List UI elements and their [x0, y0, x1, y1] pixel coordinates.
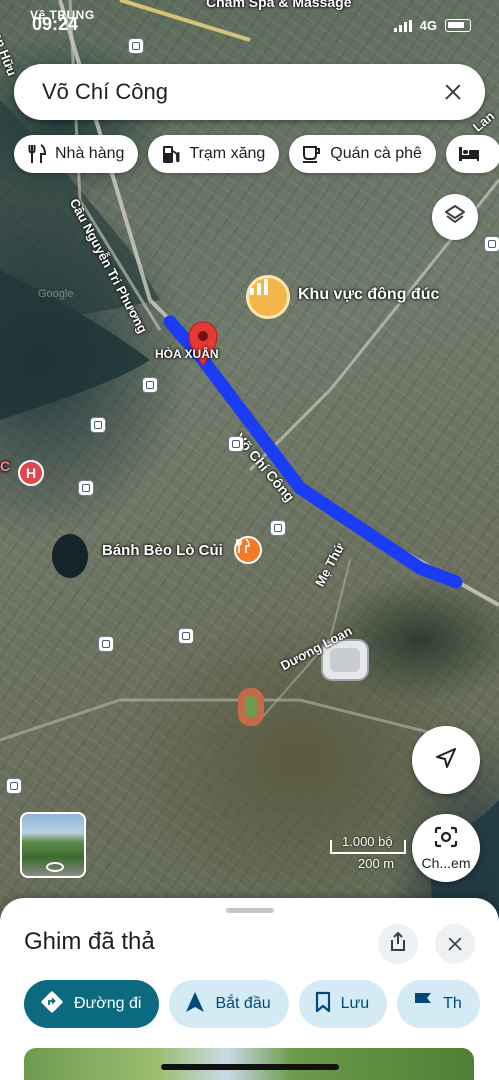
camera-lens-icon	[433, 826, 459, 853]
save-label: Lưu	[340, 995, 370, 1012]
directions-label: Đường đi	[74, 995, 142, 1012]
status-time: 09:24	[32, 14, 79, 34]
navigation-arrow-icon	[434, 746, 458, 775]
battery-icon	[445, 19, 471, 32]
bookmark-icon	[315, 991, 331, 1018]
search-input[interactable]: Võ Chí Công	[42, 79, 439, 105]
lake	[52, 534, 88, 578]
road-south	[0, 698, 461, 742]
stadium-field	[330, 648, 360, 672]
restaurant-pin-icon[interactable]	[234, 536, 262, 564]
category-chips: Nhà hàng Trạm xăng Quán cà phê	[14, 135, 499, 173]
chip-restaurants[interactable]: Nhà hàng	[14, 135, 139, 173]
layers-button[interactable]	[432, 194, 478, 240]
bus-stop-icon[interactable]	[90, 417, 106, 433]
flag-icon	[413, 991, 433, 1018]
status-bar: Về TRUNG 09:24 4G	[0, 0, 499, 44]
busy-area-icon[interactable]	[246, 275, 290, 319]
signal-icon	[393, 19, 412, 32]
bed-icon	[458, 143, 480, 165]
bus-stop-icon[interactable]	[78, 480, 94, 496]
layers-icon	[443, 203, 467, 232]
navigation-arrow-icon	[185, 991, 205, 1018]
bottom-sheet[interactable]: Ghim đã thả Đường đi Bắt đầu Lưu Th	[0, 898, 499, 1080]
bus-stop-icon[interactable]	[484, 236, 499, 252]
map-label-busy-area[interactable]: Khu vực đông đúc	[298, 286, 439, 304]
chip-label: Nhà hàng	[55, 145, 125, 162]
label-button[interactable]: Th	[397, 980, 480, 1028]
status-indicators: 4G	[393, 18, 471, 33]
search-bar[interactable]: Võ Chí Công	[14, 64, 485, 120]
google-watermark: Google	[38, 288, 74, 300]
sheet-title: Ghim đã thả	[24, 928, 155, 955]
start-button[interactable]: Bắt đầu	[169, 980, 289, 1028]
bus-stop-icon[interactable]	[228, 436, 244, 452]
map-label-restaurant[interactable]: Bánh Bèo Lò Củi	[102, 542, 223, 559]
chip-label: Quán cà phê	[330, 145, 422, 162]
chip-hotels[interactable]	[445, 135, 499, 173]
save-button[interactable]: Lưu	[298, 980, 388, 1028]
close-icon	[443, 932, 467, 956]
chip-label: Trạm xăng	[189, 145, 266, 162]
bus-stop-icon[interactable]	[98, 636, 114, 652]
rotate-360-icon	[46, 862, 64, 872]
scale-metric: 200 m	[358, 856, 395, 871]
sheet-close-button[interactable]	[435, 924, 475, 964]
sheet-drag-handle[interactable]	[226, 908, 274, 913]
start-label: Bắt đầu	[215, 995, 271, 1012]
my-location-button[interactable]	[412, 726, 480, 794]
share-button[interactable]	[378, 924, 418, 964]
street-view-thumbnail[interactable]	[20, 812, 86, 878]
fork-knife-icon	[26, 143, 48, 165]
chip-coffee[interactable]: Quán cà phê	[289, 135, 436, 173]
bus-stop-icon[interactable]	[6, 778, 22, 794]
scale-bar	[330, 840, 406, 854]
bus-stop-icon[interactable]	[178, 628, 194, 644]
label-button-text: Th	[443, 995, 462, 1012]
action-buttons: Đường đi Bắt đầu Lưu Th	[24, 980, 480, 1028]
close-icon[interactable]	[439, 78, 467, 106]
chip-gas-stations[interactable]: Trạm xăng	[148, 135, 280, 173]
gas-pump-icon	[160, 143, 182, 165]
track-field	[245, 696, 257, 718]
hospital-icon[interactable]: H	[18, 460, 44, 486]
map-label-left-c: C	[0, 458, 11, 474]
directions-button[interactable]: Đường đi	[24, 980, 160, 1028]
map-label-district: HÒA XUÂN	[155, 347, 219, 361]
bus-stop-icon[interactable]	[270, 520, 286, 536]
network-type: 4G	[419, 18, 437, 33]
share-icon	[389, 931, 407, 957]
bus-stop-icon[interactable]	[142, 377, 158, 393]
coffee-icon	[301, 143, 323, 165]
directions-icon	[40, 990, 64, 1019]
lens-button-label: Ch...em	[421, 854, 471, 871]
home-indicator[interactable]	[161, 1064, 339, 1070]
lens-search-button[interactable]: Ch...em	[412, 814, 480, 882]
